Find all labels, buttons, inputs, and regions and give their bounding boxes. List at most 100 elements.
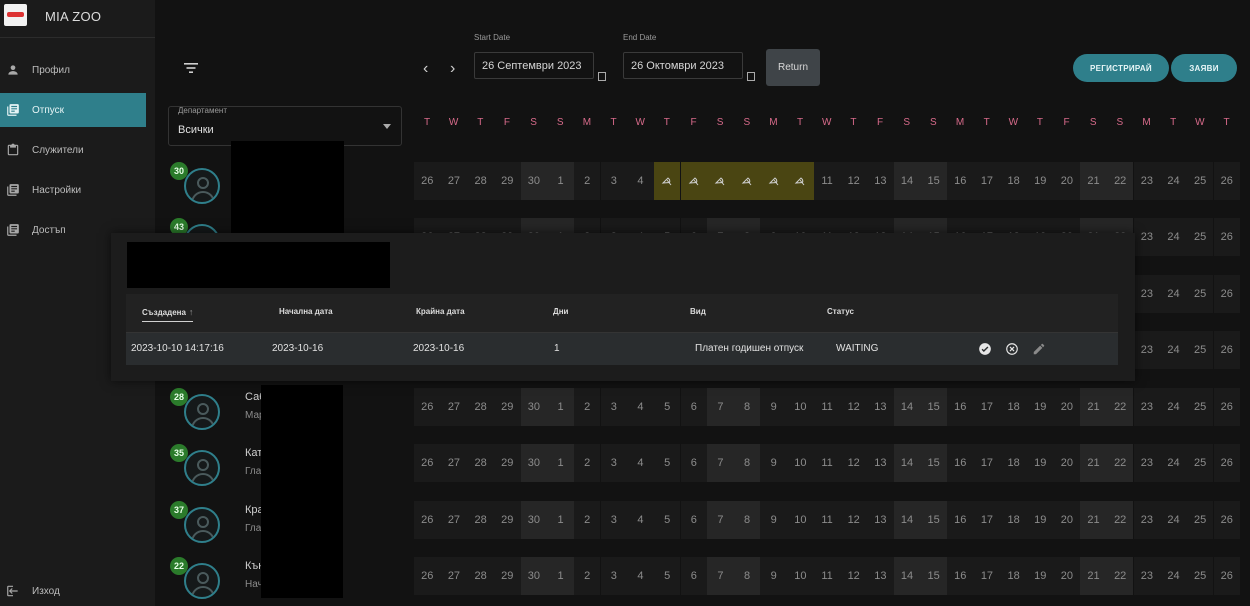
calendar-day-cell[interactable]: 14 [893, 501, 921, 539]
calendar-day-cell[interactable]: 3 [600, 501, 628, 539]
calendar-day-cell[interactable]: 18 [1000, 162, 1027, 200]
calendar-day-cell[interactable]: 11 [813, 162, 841, 200]
calendar-day-cell[interactable]: 26 [1213, 444, 1241, 482]
calendar-day-cell[interactable]: 4 [627, 388, 654, 426]
calendar-day-cell[interactable]: 24 [1160, 557, 1187, 595]
calendar-day-cell[interactable]: 6 [680, 557, 708, 595]
calendar-day-cell[interactable]: 11 [813, 557, 841, 595]
calendar-icon[interactable] [747, 72, 755, 81]
calendar-day-cell[interactable]: 3 [600, 388, 628, 426]
calendar-day-cell[interactable]: 2 [573, 162, 601, 200]
approve-icon[interactable] [978, 342, 992, 356]
calendar-day-cell[interactable]: 27 [440, 557, 468, 595]
calendar-day-cell[interactable]: 29 [493, 388, 521, 426]
calendar-day-cell[interactable]: 12 [840, 162, 867, 200]
calendar-day-cell[interactable]: 7 [707, 557, 734, 595]
calendar-day-cell[interactable]: 12 [840, 388, 867, 426]
calendar-day-cell[interactable]: 17 [973, 557, 1001, 595]
calendar-day-cell[interactable]: 5 [653, 444, 681, 482]
calendar-day-cell[interactable]: 10 [787, 557, 814, 595]
calendar-day-cell[interactable]: 7 [707, 444, 734, 482]
calendar-day-cell[interactable]: 16 [947, 557, 974, 595]
calendar-day-cell[interactable]: 12 [840, 557, 867, 595]
calendar-day-cell[interactable]: 23 [1133, 444, 1161, 482]
column-header-end[interactable]: Крайна дата [416, 307, 465, 316]
calendar-day-cell[interactable]: 25 [1186, 557, 1214, 595]
calendar-day-cell[interactable]: 28 [467, 388, 494, 426]
calendar-day-cell[interactable]: 13 [867, 444, 894, 482]
calendar-day-cell[interactable]: 24 [1160, 331, 1187, 369]
sidebar-item-employees[interactable]: Служители [0, 133, 146, 167]
calendar-day-cell[interactable]: 10 [787, 444, 814, 482]
calendar-day-cell[interactable]: 10 [787, 501, 814, 539]
calendar-day-cell[interactable]: 19 [1026, 388, 1054, 426]
calendar-day-cell[interactable]: 26 [414, 557, 441, 595]
column-header-start[interactable]: Начална дата [279, 307, 333, 316]
vacation-day-cell[interactable] [760, 162, 788, 200]
calendar-day-cell[interactable]: 26 [1213, 275, 1241, 313]
calendar-day-cell[interactable]: 14 [893, 444, 921, 482]
calendar-day-cell[interactable]: 22 [1106, 444, 1134, 482]
calendar-day-cell[interactable]: 13 [867, 388, 894, 426]
calendar-day-cell[interactable]: 17 [973, 162, 1001, 200]
calendar-day-cell[interactable]: 4 [627, 557, 654, 595]
calendar-day-cell[interactable]: 1 [547, 444, 574, 482]
calendar-day-cell[interactable]: 28 [467, 557, 494, 595]
calendar-icon[interactable] [598, 72, 606, 81]
next-arrow-icon[interactable]: › [450, 60, 455, 78]
department-select[interactable]: Департамент Всички [168, 106, 402, 146]
calendar-day-cell[interactable]: 3 [600, 557, 628, 595]
calendar-day-cell[interactable]: 13 [867, 557, 894, 595]
calendar-day-cell[interactable]: 6 [680, 388, 708, 426]
register-button[interactable]: РЕГИСТРИРАЙ [1073, 54, 1169, 82]
calendar-day-cell[interactable]: 16 [947, 444, 974, 482]
calendar-day-cell[interactable]: 18 [1000, 501, 1027, 539]
calendar-day-cell[interactable]: 25 [1186, 218, 1214, 256]
calendar-day-cell[interactable]: 21 [1080, 557, 1107, 595]
calendar-day-cell[interactable]: 28 [467, 501, 494, 539]
calendar-day-cell[interactable]: 26 [414, 388, 441, 426]
request-button[interactable]: ЗАЯВИ [1171, 54, 1237, 82]
calendar-day-cell[interactable]: 26 [414, 444, 441, 482]
vacation-day-cell[interactable] [653, 162, 681, 200]
calendar-day-cell[interactable]: 2 [573, 444, 601, 482]
calendar-day-cell[interactable]: 14 [893, 162, 921, 200]
vacation-day-cell[interactable] [707, 162, 734, 200]
calendar-day-cell[interactable]: 24 [1160, 444, 1187, 482]
calendar-day-cell[interactable]: 28 [467, 162, 494, 200]
calendar-day-cell[interactable]: 5 [653, 501, 681, 539]
calendar-day-cell[interactable]: 3 [600, 162, 628, 200]
calendar-day-cell[interactable]: 23 [1133, 557, 1161, 595]
calendar-day-cell[interactable]: 25 [1186, 388, 1214, 426]
calendar-day-cell[interactable]: 25 [1186, 162, 1214, 200]
calendar-day-cell[interactable]: 11 [813, 501, 841, 539]
calendar-day-cell[interactable]: 22 [1106, 501, 1134, 539]
calendar-day-cell[interactable]: 15 [920, 557, 947, 595]
calendar-day-cell[interactable]: 27 [440, 162, 468, 200]
calendar-day-cell[interactable]: 2 [573, 388, 601, 426]
calendar-day-cell[interactable]: 18 [1000, 388, 1027, 426]
calendar-day-cell[interactable]: 27 [440, 501, 468, 539]
end-date-input[interactable]: 26 Октомври 2023 [623, 52, 743, 79]
calendar-day-cell[interactable]: 9 [760, 501, 788, 539]
calendar-day-cell[interactable]: 5 [653, 388, 681, 426]
calendar-day-cell[interactable]: 24 [1160, 275, 1187, 313]
calendar-day-cell[interactable]: 27 [440, 388, 468, 426]
calendar-day-cell[interactable]: 24 [1160, 162, 1187, 200]
calendar-day-cell[interactable]: 26 [1213, 331, 1241, 369]
calendar-day-cell[interactable]: 26 [414, 501, 441, 539]
calendar-day-cell[interactable]: 9 [760, 557, 788, 595]
calendar-day-cell[interactable]: 7 [707, 501, 734, 539]
calendar-day-cell[interactable]: 24 [1160, 501, 1187, 539]
calendar-day-cell[interactable]: 19 [1026, 162, 1054, 200]
calendar-day-cell[interactable]: 23 [1133, 331, 1161, 369]
calendar-day-cell[interactable]: 14 [893, 557, 921, 595]
calendar-day-cell[interactable]: 30 [520, 444, 548, 482]
calendar-day-cell[interactable]: 30 [520, 388, 548, 426]
calendar-day-cell[interactable]: 2 [573, 501, 601, 539]
calendar-day-cell[interactable]: 20 [1053, 388, 1081, 426]
calendar-day-cell[interactable]: 21 [1080, 444, 1107, 482]
sidebar-item-leave[interactable]: Отпуск [0, 93, 146, 127]
calendar-day-cell[interactable]: 18 [1000, 444, 1027, 482]
calendar-day-cell[interactable]: 24 [1160, 388, 1187, 426]
